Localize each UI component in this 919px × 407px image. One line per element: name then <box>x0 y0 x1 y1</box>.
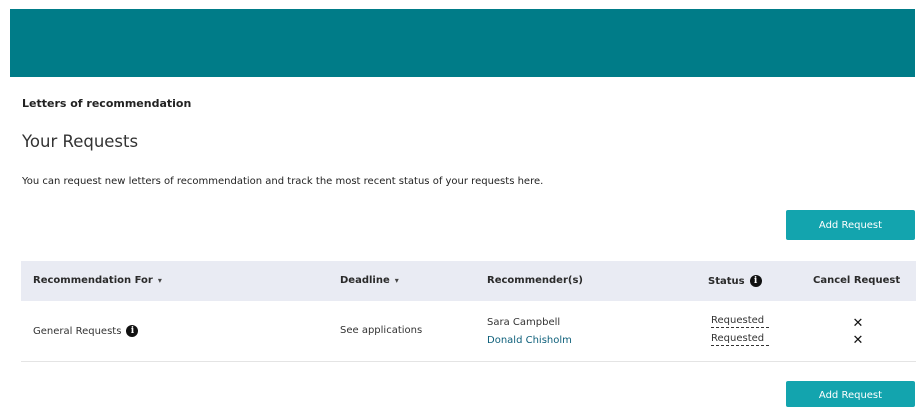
breadcrumb: Letters of recommendation <box>22 97 192 110</box>
column-header-label: Deadline <box>340 275 390 286</box>
column-header-label: Cancel Request <box>813 275 901 286</box>
table-header: Recommendation For ▾ Deadline ▾ Recommen… <box>21 261 916 301</box>
column-header-label: Status <box>708 275 745 287</box>
column-header-cancel-request: Cancel Request <box>813 275 900 286</box>
recommender-name[interactable]: Donald Chisholm <box>487 332 572 350</box>
status-text[interactable]: Requested <box>711 333 769 346</box>
intro-text: You can request new letters of recommend… <box>22 176 544 187</box>
recommendation-for-cell: General Requests i <box>33 325 139 337</box>
column-header-label: Recommendation For <box>33 275 153 286</box>
info-icon[interactable]: i <box>126 325 139 337</box>
page-title: Your Requests <box>22 132 139 151</box>
sort-icon[interactable]: ▾ <box>158 276 162 285</box>
column-header-label: Recommender(s) <box>487 275 583 286</box>
column-header-recommendation-for[interactable]: Recommendation For ▾ <box>33 275 162 286</box>
column-header-status: Status i <box>708 275 762 287</box>
deadline-cell: See applications <box>340 325 423 336</box>
column-header-recommenders: Recommender(s) <box>487 275 583 286</box>
table-row: General Requests i See applications Sara… <box>21 301 916 362</box>
status-text[interactable]: Requested <box>711 315 769 328</box>
recommender-name: Sara Campbell <box>487 317 561 328</box>
status-cell: Requested Requested <box>711 315 769 351</box>
close-icon[interactable]: ✕ <box>851 315 865 332</box>
header-bar <box>10 9 915 77</box>
requests-table: Recommendation For ▾ Deadline ▾ Recommen… <box>21 261 916 362</box>
info-icon[interactable]: i <box>749 275 762 287</box>
recommendation-for-text: General Requests <box>33 325 122 337</box>
sort-icon[interactable]: ▾ <box>395 276 399 285</box>
cancel-cell: ✕ ✕ <box>851 315 865 349</box>
close-icon[interactable]: ✕ <box>851 332 865 349</box>
add-request-button-top[interactable]: Add Request <box>786 210 915 240</box>
column-header-deadline[interactable]: Deadline ▾ <box>340 275 399 286</box>
add-request-button-bottom[interactable]: Add Request <box>786 381 915 407</box>
recommenders-cell: Sara Campbell Donald Chisholm <box>487 314 572 350</box>
